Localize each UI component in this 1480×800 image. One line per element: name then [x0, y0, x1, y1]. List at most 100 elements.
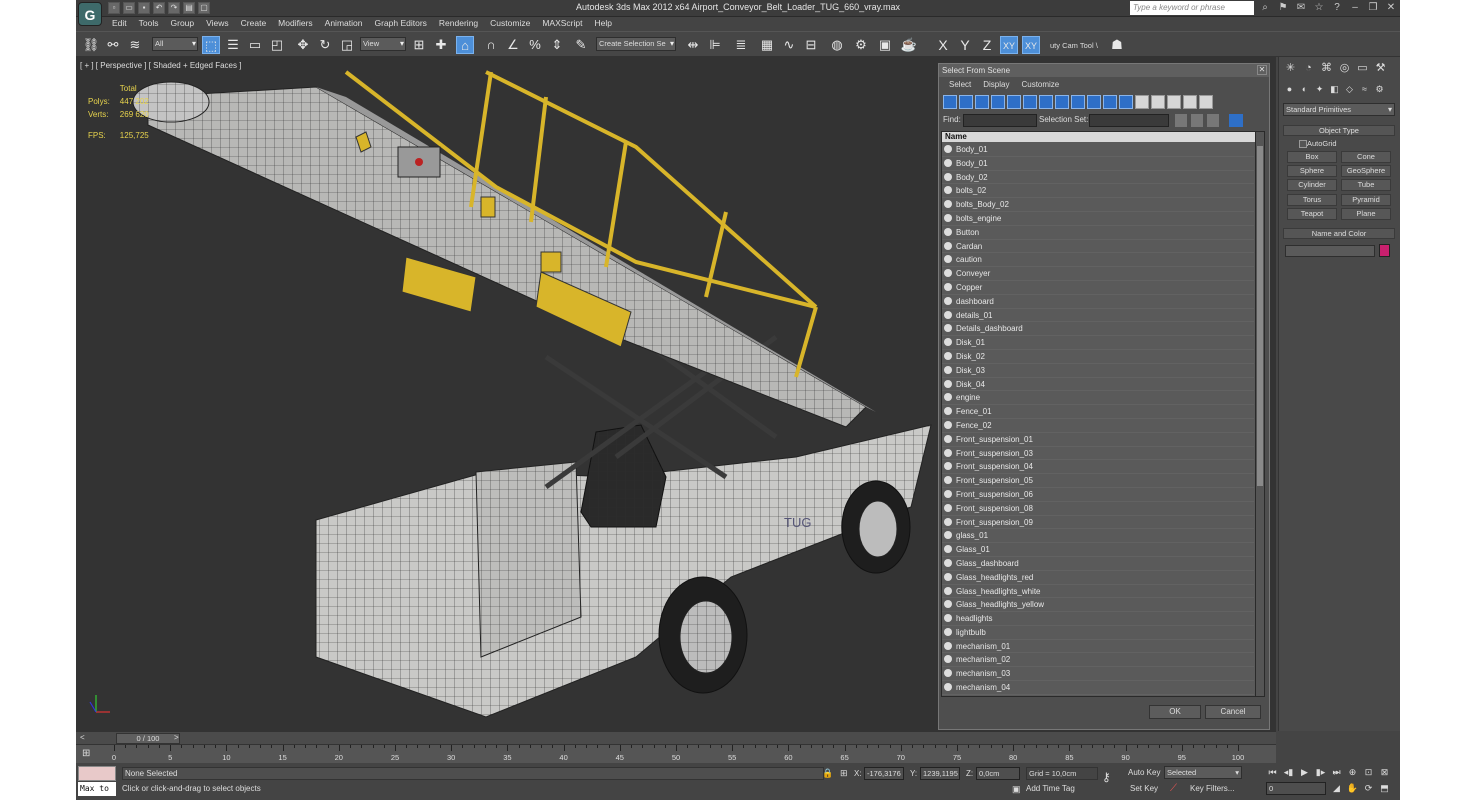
set-key-button[interactable]: Set Key: [1130, 784, 1158, 793]
menu-edit[interactable]: Edit: [106, 17, 133, 30]
maxscript-listener-output[interactable]: [78, 766, 116, 781]
time-slider-thumb[interactable]: 0 / 100: [116, 733, 180, 744]
named-selection-dropdown[interactable]: Create Selection Se: [596, 37, 676, 51]
menu-create[interactable]: Create: [235, 17, 273, 30]
list-item[interactable]: glass_01: [942, 529, 1254, 544]
list-item[interactable]: Front_suspension_06: [942, 488, 1254, 502]
list-item[interactable]: Front_suspension_04: [942, 460, 1254, 475]
axis-xy-button[interactable]: XY: [1000, 36, 1018, 54]
lights-icon[interactable]: ✦: [1313, 83, 1326, 96]
menu-help[interactable]: Help: [588, 17, 617, 30]
keyboard-shortcut-icon[interactable]: ⌂: [456, 36, 474, 54]
display-all-icon[interactable]: [1135, 95, 1149, 109]
move-icon[interactable]: ✥: [294, 36, 312, 54]
cameras-icon[interactable]: ◧: [1328, 83, 1341, 96]
rect-selection-icon[interactable]: ▭: [246, 36, 264, 54]
scene-object-list[interactable]: Name Body_01 Body_01 Body_02 bolts_02 bolts_…: [941, 131, 1257, 697]
cameras-filter-icon[interactable]: [991, 95, 1005, 109]
link-icon[interactable]: ⛓: [82, 36, 100, 54]
subscription-icon[interactable]: ⚑: [1276, 1, 1290, 15]
viewport-label[interactable]: [ + ] [ Perspective ] [ Shaded + Edged F…: [80, 61, 241, 70]
spacewarps-filter-icon[interactable]: [1023, 95, 1037, 109]
list-item[interactable]: bolts_02: [942, 184, 1254, 199]
display-tab-icon[interactable]: ▭: [1355, 61, 1370, 76]
key-mode-icon[interactable]: ⟋: [1170, 783, 1177, 794]
helpers-icon[interactable]: ◇: [1343, 83, 1356, 96]
lock-icon[interactable]: 🔒: [822, 768, 833, 779]
graphite-tools-icon[interactable]: ▦: [758, 36, 776, 54]
systems-icon[interactable]: ⚙: [1373, 83, 1386, 96]
percent-snap-icon[interactable]: %: [526, 36, 544, 54]
add-time-tag[interactable]: Add Time Tag: [1026, 784, 1075, 793]
window-crossing-icon[interactable]: ◰: [268, 36, 286, 54]
geometry-icon[interactable]: ●: [1283, 83, 1296, 96]
scrollbar-thumb[interactable]: [1257, 146, 1263, 486]
geometry-filter-icon[interactable]: [943, 95, 957, 109]
lights-filter-icon[interactable]: [975, 95, 989, 109]
sphere-button[interactable]: Sphere: [1287, 165, 1337, 177]
column-header-name[interactable]: Name: [942, 132, 1256, 142]
ok-button[interactable]: OK: [1149, 705, 1201, 719]
list-item[interactable]: Body_02: [942, 171, 1254, 185]
cone-button[interactable]: Cone: [1341, 151, 1391, 163]
menu-graph-editors[interactable]: Graph Editors: [368, 17, 432, 30]
axis-y-button[interactable]: Y: [956, 36, 974, 54]
object-name-input[interactable]: [1285, 245, 1375, 257]
minimize-icon[interactable]: –: [1348, 1, 1362, 15]
torus-button[interactable]: Torus: [1287, 194, 1337, 206]
list-item[interactable]: details_01: [942, 309, 1254, 323]
bones-filter-icon[interactable]: [1071, 95, 1085, 109]
undo-icon[interactable]: ↶: [153, 2, 165, 14]
list-item[interactable]: Disk_03: [942, 364, 1254, 378]
axis-z-button[interactable]: Z: [978, 36, 996, 54]
zoom-extents-icon[interactable]: ⊡: [1362, 766, 1375, 779]
display-none-icon[interactable]: [1151, 95, 1165, 109]
maxscript-mini-listener[interactable]: Max to: [78, 782, 116, 796]
box-button[interactable]: Box: [1287, 151, 1337, 163]
play-icon[interactable]: ▶: [1298, 766, 1311, 779]
create-tab-icon[interactable]: ✳: [1283, 61, 1298, 76]
axis-xy-cycle-button[interactable]: XY: [1022, 36, 1040, 54]
key-selection-dropdown[interactable]: Selected: [1164, 766, 1242, 779]
list-item[interactable]: engine: [942, 391, 1254, 406]
zoom-extents-all-icon[interactable]: ⊠: [1378, 766, 1391, 779]
list-item[interactable]: Glass_headlights_yellow: [942, 598, 1254, 613]
list-item[interactable]: Disk_02: [942, 350, 1254, 364]
auto-key-button[interactable]: Auto Key: [1128, 768, 1160, 777]
scale-icon[interactable]: ◲: [338, 36, 356, 54]
spacewarps-icon[interactable]: ≈: [1358, 83, 1371, 96]
list-item[interactable]: dashboard: [942, 295, 1254, 309]
dialog-menu-display[interactable]: Display: [977, 79, 1015, 91]
list-scrollbar[interactable]: [1255, 131, 1265, 697]
transform-mode-icon[interactable]: ⊞: [840, 768, 848, 779]
autogrid-checkbox[interactable]: [1299, 140, 1307, 148]
hidden-filter-icon[interactable]: [1119, 95, 1133, 109]
geosphere-button[interactable]: GeoSphere: [1341, 165, 1391, 177]
render-setup-icon[interactable]: ⚙: [852, 36, 870, 54]
dialog-menu-customize[interactable]: Customize: [1015, 79, 1065, 91]
rendered-frame-icon[interactable]: ▣: [876, 36, 894, 54]
list-item[interactable]: Copper: [942, 281, 1254, 295]
name-and-color-rollout[interactable]: Name and Color: [1283, 228, 1395, 239]
list-item[interactable]: Glass_01: [942, 543, 1254, 557]
object-type-rollout[interactable]: Object Type: [1283, 125, 1395, 136]
render-production-icon[interactable]: ☕: [900, 36, 918, 54]
shapes-filter-icon[interactable]: [959, 95, 973, 109]
hierarchy-tab-icon[interactable]: ⌘: [1319, 61, 1334, 76]
dialog-title[interactable]: Select From Scene: [939, 64, 1269, 77]
tube-button[interactable]: Tube: [1341, 179, 1391, 191]
select-by-name-icon[interactable]: ☰: [224, 36, 242, 54]
list-item[interactable]: mechanism_04: [942, 681, 1254, 695]
object-color-swatch[interactable]: [1379, 244, 1390, 257]
display-invert-icon[interactable]: [1167, 95, 1181, 109]
mirror-icon[interactable]: ⇹: [684, 36, 702, 54]
key-filters-button[interactable]: Key Filters...: [1190, 784, 1234, 793]
angle-snap-icon[interactable]: ∠: [504, 36, 522, 54]
teapot-button[interactable]: Teapot: [1287, 208, 1337, 220]
cam-tool-label[interactable]: uty Cam Tool \: [1050, 41, 1098, 50]
pivot-center-icon[interactable]: ⊞: [410, 36, 428, 54]
select-children-icon[interactable]: [1191, 114, 1203, 127]
cylinder-button[interactable]: Cylinder: [1287, 179, 1337, 191]
list-item[interactable]: lightbulb: [942, 626, 1254, 640]
time-tag-icon[interactable]: ▣: [1012, 784, 1021, 795]
